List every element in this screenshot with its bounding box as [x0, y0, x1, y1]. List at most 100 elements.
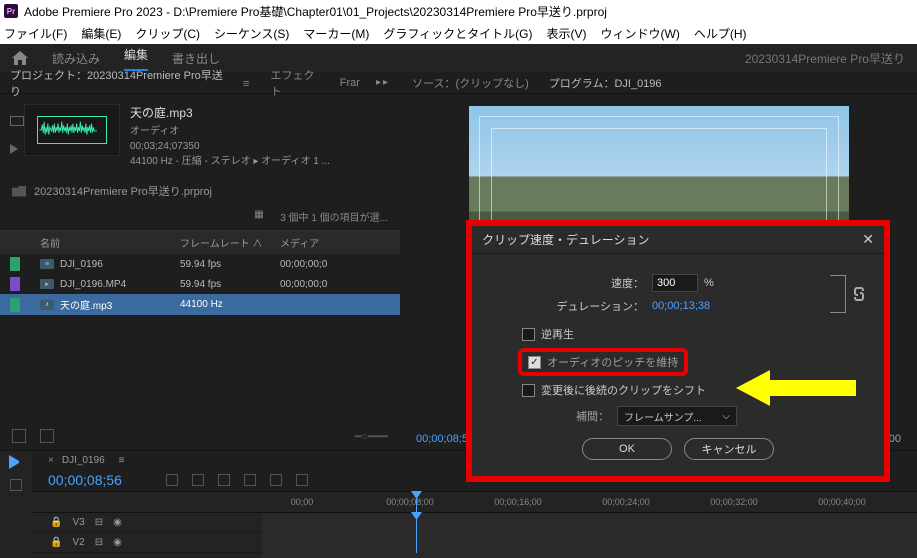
- cancel-button[interactable]: キャンセル: [684, 438, 774, 460]
- table-row[interactable]: ▸DJI_0196.MP4 59.94 fps 00;00;00;0: [0, 274, 400, 294]
- project-file-row[interactable]: 20230314Premiere Pro早送り.prproj: [0, 179, 400, 203]
- panel-menu-icon[interactable]: ≡: [119, 455, 125, 466]
- tab-source[interactable]: ソース：(クリップなし): [412, 75, 529, 91]
- clip-type-icon: ≡: [40, 259, 54, 269]
- tab-frame[interactable]: Frar: [340, 77, 360, 89]
- insert-icon[interactable]: [244, 474, 256, 486]
- speed-label: 速度：: [492, 275, 652, 291]
- view-icon[interactable]: ▦: [254, 209, 268, 223]
- timeline-tracks[interactable]: [262, 513, 917, 558]
- chevron-down-icon: ⌵: [722, 411, 730, 422]
- menu-file[interactable]: ファイル(F): [4, 25, 67, 42]
- panel-menu-icon[interactable]: ≡: [243, 78, 255, 88]
- interpolation-select[interactable]: フレームサンプ... ⌵: [617, 406, 737, 426]
- label-swatch[interactable]: [10, 257, 20, 271]
- col-media[interactable]: メディア: [280, 235, 390, 250]
- menu-sequence[interactable]: シーケンス(S): [214, 25, 289, 42]
- menu-marker[interactable]: マーカー(M): [303, 25, 369, 42]
- project-panel: プロジェクト：20230314Premiere Pro早送り ≡ エフェクト F…: [0, 72, 400, 450]
- maintain-pitch-label: オーディオのピッチを維持: [547, 354, 678, 370]
- ruler-tick: 00;00;16;00: [494, 497, 542, 507]
- home-icon[interactable]: [12, 51, 28, 65]
- track-name: V3: [72, 517, 84, 528]
- clip-framerate: 59.94 fps: [180, 259, 280, 270]
- project-icon: [12, 186, 26, 197]
- settings-icon[interactable]: [270, 474, 282, 486]
- track-toggle-icon[interactable]: ⊟: [95, 517, 103, 528]
- menu-edit[interactable]: 編集(E): [81, 25, 121, 42]
- table-row[interactable]: ♪天の庭.mp3 44100 Hz: [0, 294, 400, 315]
- close-icon[interactable]: ✕: [862, 231, 874, 248]
- new-item-icon[interactable]: [12, 429, 26, 443]
- track-header[interactable]: 🔒 V3 ⊟ ◉: [32, 513, 262, 533]
- zoom-slider[interactable]: ━○━━━: [355, 430, 388, 443]
- menu-help[interactable]: ヘルプ(H): [694, 25, 747, 42]
- track-name: V2: [72, 537, 84, 548]
- track-lock-icon[interactable]: 🔒: [50, 517, 62, 528]
- project-status: ▦ 3 個中 1 個の項目が選...: [0, 203, 400, 230]
- clip-media-start: 00;00;00;0: [280, 279, 390, 290]
- marker-icon[interactable]: [192, 474, 204, 486]
- tab-export[interactable]: 書き出し: [172, 50, 220, 67]
- selection-status: 3 個中 1 個の項目が選...: [280, 209, 388, 224]
- app-menubar: ファイル(F) 編集(E) クリップ(C) シーケンス(S) マーカー(M) グ…: [0, 22, 917, 44]
- ok-button[interactable]: OK: [582, 438, 672, 460]
- clip-name: DJI_0196.MP4: [60, 279, 126, 290]
- pitch-highlight: ✓ オーディオのピッチを維持: [518, 348, 688, 376]
- poster-frame-icon[interactable]: [10, 116, 24, 126]
- track-lock-icon[interactable]: 🔒: [50, 537, 62, 548]
- link-icon[interactable]: [854, 287, 864, 301]
- link-bracket: [830, 275, 846, 313]
- label-swatch[interactable]: [10, 277, 20, 291]
- interpolation-label: 補間：: [576, 408, 609, 424]
- menu-graphics[interactable]: グラフィックとタイトル(G): [383, 25, 532, 42]
- menu-clip[interactable]: クリップ(C): [135, 25, 200, 42]
- clip-framerate: 44100 Hz: [180, 299, 280, 310]
- clip-timecode: 00;03;24;07350: [130, 139, 330, 154]
- tool-icon[interactable]: [10, 479, 22, 491]
- clip-media-start: 00;00;00;0: [280, 259, 390, 270]
- play-icon[interactable]: [10, 144, 18, 154]
- snap-icon[interactable]: [166, 474, 178, 486]
- ruler-tick: 00;00;32;00: [710, 497, 758, 507]
- program-timecode[interactable]: 00;00;08;5: [416, 433, 468, 445]
- selection-tool-icon[interactable]: [9, 455, 23, 469]
- more-tabs-icon[interactable]: ▸▸: [376, 77, 390, 88]
- playhead-line: [416, 513, 417, 553]
- col-name[interactable]: 名前: [40, 235, 180, 250]
- track-toggle-icon[interactable]: ⊟: [95, 537, 103, 548]
- clip-name: DJI_0196: [60, 259, 103, 270]
- sequence-name[interactable]: DJI_0196: [62, 455, 105, 466]
- timeline-timecode[interactable]: 00;00;08;56: [48, 472, 122, 488]
- ruler-tick: 00;00: [291, 497, 314, 507]
- sort-icon[interactable]: ∧: [252, 239, 262, 250]
- app-icon: Pr: [4, 4, 18, 18]
- clip-type-icon: ▸: [40, 279, 54, 289]
- clip-preview: 天の庭.mp3 オーディオ 00;03;24;07350 44100 Hz - …: [0, 94, 400, 179]
- percent-label: %: [704, 277, 714, 289]
- timeline-ruler[interactable]: 00;0000;00;08;0000;00;16;0000;00;24;0000…: [32, 491, 917, 513]
- speed-input[interactable]: [652, 274, 698, 292]
- waveform-icon: [37, 116, 107, 144]
- menu-view[interactable]: 表示(V): [547, 25, 587, 42]
- track-header[interactable]: 🔒 V2 ⊟ ◉: [32, 533, 262, 553]
- duration-value[interactable]: 00;00;13;38: [652, 300, 710, 312]
- table-row[interactable]: ≡ DJI_0196 59.94 fps 00;00;00;0: [0, 254, 400, 274]
- tab-program[interactable]: プログラム：DJI_0196: [549, 75, 662, 91]
- col-framerate[interactable]: フレームレート: [180, 239, 250, 250]
- reverse-checkbox[interactable]: [522, 328, 535, 341]
- ruler-tick: 00;00;08;00: [386, 497, 434, 507]
- ripple-checkbox[interactable]: [522, 384, 535, 397]
- label-swatch[interactable]: [10, 298, 20, 312]
- linked-selection-icon[interactable]: [218, 474, 230, 486]
- maintain-pitch-checkbox[interactable]: ✓: [528, 356, 541, 369]
- tab-import[interactable]: 読み込み: [52, 50, 100, 67]
- close-sequence-icon[interactable]: ×: [48, 455, 54, 466]
- list-view-icon[interactable]: [40, 429, 54, 443]
- track-eye-icon[interactable]: ◉: [113, 517, 122, 528]
- wrench-icon[interactable]: [296, 474, 308, 486]
- project-filename: 20230314Premiere Pro早送り.prproj: [34, 183, 212, 199]
- track-eye-icon[interactable]: ◉: [113, 537, 122, 548]
- reverse-label: 逆再生: [541, 326, 574, 342]
- menu-window[interactable]: ウィンドウ(W): [601, 25, 680, 42]
